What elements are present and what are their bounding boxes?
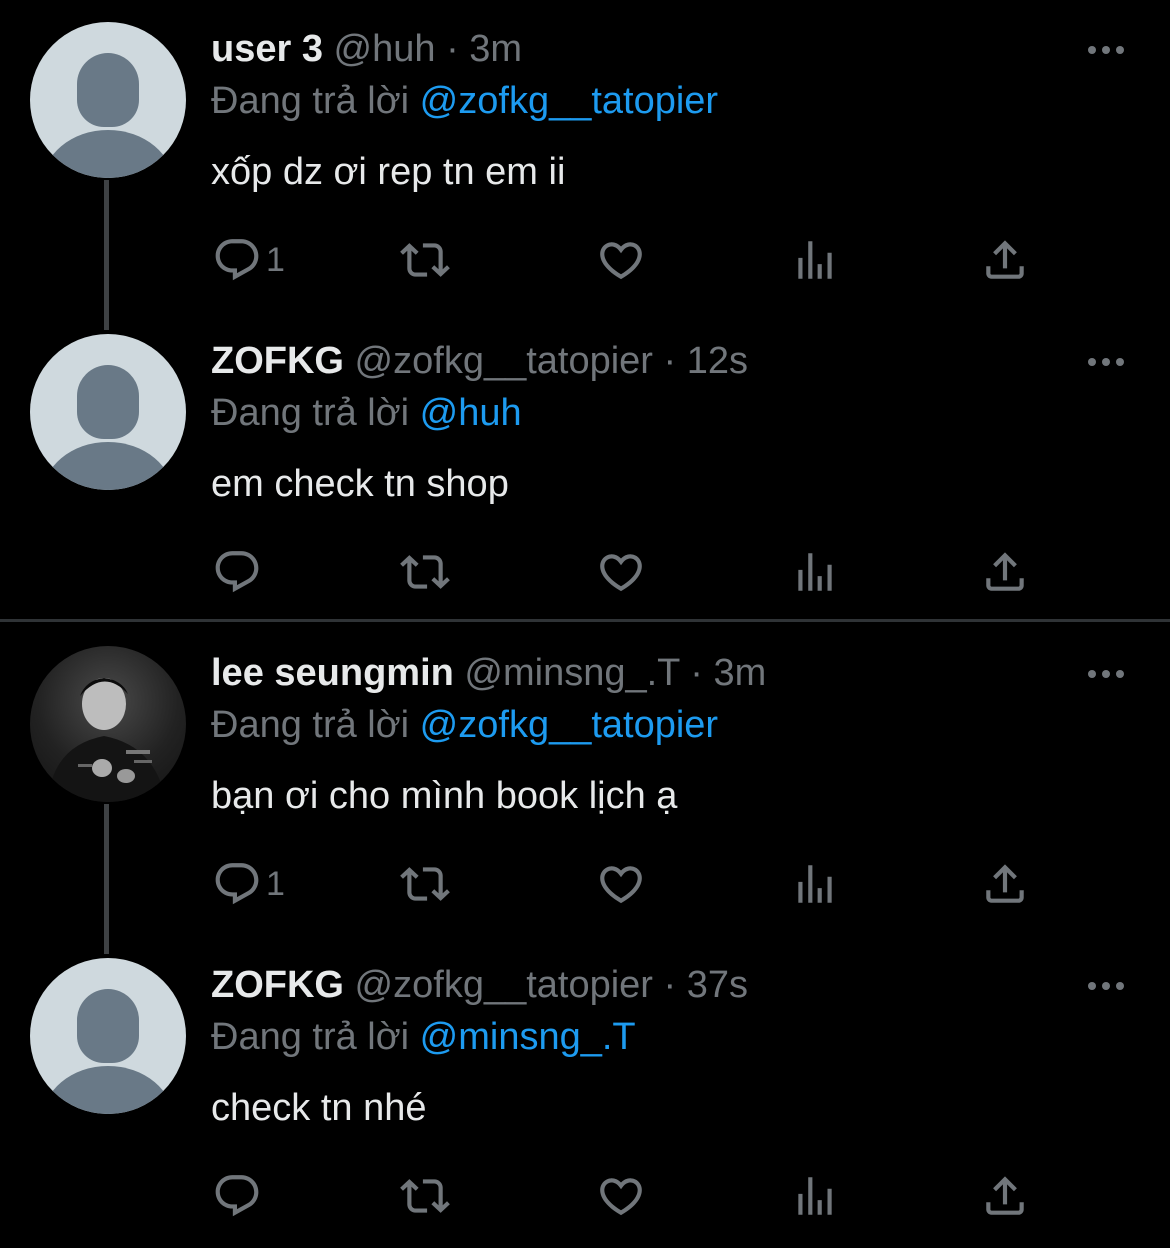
tweet-text: check tn nhé [211, 1087, 427, 1129]
avatar[interactable] [30, 334, 186, 490]
like-button[interactable] [596, 542, 646, 602]
action-bar [0, 1166, 1170, 1226]
replying-label: Đang trả lời [211, 704, 410, 746]
user-handle[interactable]: @zofkg__tatopier [355, 340, 653, 382]
action-bar: 1 [0, 230, 1170, 290]
user-handle[interactable]: @minsng_.T [464, 652, 679, 694]
views-icon [798, 1177, 832, 1215]
share-button[interactable] [980, 1166, 1030, 1226]
tweet-header: lee seungmin @minsng_.T · 3m [211, 650, 766, 696]
reply-button[interactable] [212, 542, 266, 602]
replying-to: Đang trả lời @minsng_.T [211, 1014, 636, 1060]
separator: · [690, 652, 703, 694]
action-bar: 1 [0, 854, 1170, 914]
default-avatar-icon [77, 989, 139, 1063]
replying-label: Đang trả lời [211, 80, 410, 122]
views-button[interactable] [790, 854, 840, 914]
mention-link[interactable]: @zofkg__tatopier [420, 704, 718, 746]
tweet-header: user 3 @huh · 3m [211, 26, 522, 72]
tweet[interactable]: ZOFKG @zofkg__tatopier · 37s Đang trả lờ… [0, 936, 1170, 1248]
mention-link[interactable]: @minsng_.T [420, 1016, 636, 1058]
like-icon [600, 1178, 642, 1216]
avatar[interactable] [30, 22, 186, 178]
replying-to: Đang trả lời @zofkg__tatopier [211, 78, 718, 124]
more-icon[interactable] [1086, 350, 1126, 374]
tweet[interactable]: lee seungmin @minsng_.T · 3m Đang trả lờ… [0, 624, 1170, 954]
reply-button[interactable]: 1 [212, 230, 285, 290]
reply-icon [215, 863, 259, 905]
reply-count: 1 [266, 864, 285, 903]
tweet-text: em check tn shop [211, 463, 509, 505]
default-avatar-icon [77, 53, 139, 127]
display-name[interactable]: ZOFKG [211, 340, 344, 382]
reply-icon [215, 1175, 259, 1217]
reply-icon [215, 239, 259, 281]
share-button[interactable] [980, 542, 1030, 602]
replying-label: Đang trả lời [211, 1016, 410, 1058]
retweet-icon [400, 243, 450, 277]
like-icon [600, 866, 642, 904]
user-handle[interactable]: @zofkg__tatopier [355, 964, 653, 1006]
mention-link[interactable]: @zofkg__tatopier [420, 80, 718, 122]
views-button[interactable] [790, 542, 840, 602]
more-icon[interactable] [1086, 662, 1126, 686]
views-button[interactable] [790, 1166, 840, 1226]
avatar[interactable] [30, 646, 186, 802]
share-icon [986, 552, 1024, 591]
retweet-button[interactable] [400, 542, 450, 602]
retweet-icon [400, 867, 450, 901]
tweet[interactable]: user 3 @huh · 3m Đang trả lời @zofkg__ta… [0, 0, 1170, 330]
tweet-header: ZOFKG @zofkg__tatopier · 37s [211, 962, 748, 1008]
reply-button[interactable] [212, 1166, 266, 1226]
more-icon[interactable] [1086, 38, 1126, 62]
share-button[interactable] [980, 854, 1030, 914]
thread-divider [0, 619, 1170, 622]
share-icon [986, 864, 1024, 903]
retweet-button[interactable] [400, 230, 450, 290]
reply-button[interactable]: 1 [212, 854, 285, 914]
like-button[interactable] [596, 854, 646, 914]
like-button[interactable] [596, 230, 646, 290]
like-icon [600, 242, 642, 280]
like-icon [600, 554, 642, 592]
default-avatar-icon [77, 365, 139, 439]
share-button[interactable] [980, 230, 1030, 290]
action-bar [0, 542, 1170, 602]
user-handle[interactable]: @huh [334, 28, 436, 70]
views-icon [798, 241, 832, 279]
display-name[interactable]: user 3 [211, 28, 323, 70]
retweet-button[interactable] [400, 854, 450, 914]
retweet-icon [400, 555, 450, 589]
retweet-button[interactable] [400, 1166, 450, 1226]
share-icon [986, 1176, 1024, 1215]
timestamp[interactable]: 37s [687, 964, 748, 1006]
mention-link[interactable]: @huh [420, 392, 522, 434]
separator: · [663, 340, 677, 382]
reply-count: 1 [266, 240, 285, 279]
views-icon [798, 553, 832, 591]
share-icon [986, 240, 1024, 279]
tweet[interactable]: ZOFKG @zofkg__tatopier · 12s Đang trả lờ… [0, 312, 1170, 624]
more-icon[interactable] [1086, 974, 1126, 998]
tweet-text: xốp dz ơi rep tn em ii [211, 151, 566, 193]
timestamp[interactable]: 3m [713, 652, 766, 694]
tweet-text: bạn ơi cho mình book lịch ạ [211, 775, 678, 817]
replying-to: Đang trả lời @huh [211, 390, 522, 436]
tweet-header: ZOFKG @zofkg__tatopier · 12s [211, 338, 748, 384]
timestamp[interactable]: 12s [687, 340, 748, 382]
separator: · [446, 28, 459, 70]
timestamp[interactable]: 3m [469, 28, 522, 70]
reply-icon [215, 551, 259, 593]
replying-to: Đang trả lời @zofkg__tatopier [211, 702, 718, 748]
separator: · [663, 964, 677, 1006]
avatar[interactable] [30, 958, 186, 1114]
display-name[interactable]: ZOFKG [211, 964, 344, 1006]
like-button[interactable] [596, 1166, 646, 1226]
display-name[interactable]: lee seungmin [211, 652, 454, 694]
views-button[interactable] [790, 230, 840, 290]
replying-label: Đang trả lời [211, 392, 410, 434]
views-icon [798, 865, 832, 903]
profile-photo [48, 678, 166, 802]
retweet-icon [400, 1179, 450, 1213]
